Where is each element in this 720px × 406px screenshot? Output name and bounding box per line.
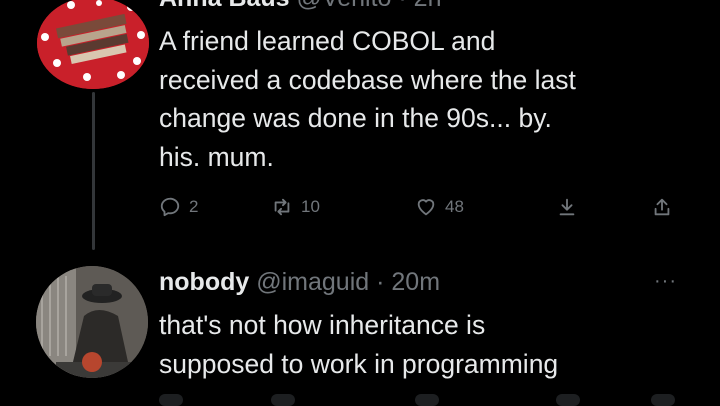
author-name[interactable]: nobody [159,268,249,296]
tweet-header: nobody @imaguid · 20m [159,268,440,297]
share-icon [654,198,670,216]
author-handle[interactable]: @imaguid [256,268,369,296]
like-button[interactable]: 48 [415,196,464,218]
timestamp[interactable]: 20m [391,268,440,296]
avatar[interactable] [36,266,148,378]
thread-line [92,92,95,250]
timestamp[interactable]: 2h [414,0,442,12]
tweet-text-line: that's not how inheritance is [159,310,486,340]
avatar-image [36,266,148,378]
author-handle[interactable]: @Venito [297,0,392,12]
retweet-icon[interactable] [271,394,295,406]
tweet-text-line: his. mum. [159,141,274,172]
like-count: 48 [445,197,464,216]
tweet-text-line: change was done in the 90s... by. [159,103,552,133]
heart-icon[interactable] [415,394,439,406]
heart-icon [417,199,435,216]
tweet-header: Anna Baus @Venito · 2h [159,0,441,13]
author-name[interactable]: Anna Baus [159,0,290,12]
more-dots-icon[interactable]: ··· [654,270,677,293]
avatar[interactable] [37,0,149,89]
share-icon[interactable] [651,394,675,406]
tweet-actions: 2 10 48 [159,196,689,228]
tweet-text-line: supposed to work in programming [159,348,559,379]
share-button[interactable] [651,196,673,218]
tweet-actions-partial [159,394,689,406]
retweet-icon [274,198,290,216]
separator-dot: · [398,0,406,12]
retweet-count: 10 [301,197,320,216]
reply-icon[interactable] [159,394,183,406]
reply-count: 2 [189,197,199,216]
bookmark-download-icon[interactable] [556,394,580,406]
retweet-button[interactable]: 10 [271,196,320,218]
reply-button[interactable]: 2 [159,196,198,218]
tweet-text: that's not how inheritance is supposed t… [159,306,699,383]
tweet-text-line: received a codebase where the last [159,64,576,95]
bookmark-download-icon [559,198,575,216]
reply-icon [160,197,180,217]
separator-dot: · [376,268,385,296]
bookmark-button[interactable] [556,196,578,218]
tweet-text-line: A friend learned COBOL and [159,26,496,56]
tweet-text: A friend learned COBOL and received a co… [159,22,699,176]
avatar-image [37,0,149,89]
